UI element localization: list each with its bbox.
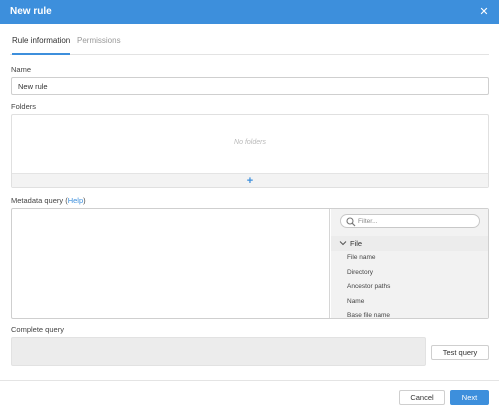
- complete-query-box: [11, 337, 426, 366]
- tab-rule-information[interactable]: Rule information: [12, 36, 71, 55]
- folders-empty-text: No folders: [234, 139, 266, 146]
- group-header-file[interactable]: File: [331, 236, 488, 251]
- field-item-ancestor-paths[interactable]: Ancestor paths: [331, 280, 488, 295]
- close-icon[interactable]: ✕: [477, 5, 491, 19]
- test-query-button[interactable]: Test query: [431, 345, 489, 360]
- next-button[interactable]: Next: [450, 390, 489, 405]
- metadata-query-label: Metadata query (Help): [11, 196, 86, 205]
- metadata-query-editor[interactable]: [12, 209, 330, 318]
- metadata-query-label-text: Metadata query: [11, 196, 64, 205]
- cancel-button[interactable]: Cancel: [399, 390, 445, 405]
- field-item-name[interactable]: Name: [331, 295, 488, 310]
- chevron-down-icon: [339, 241, 347, 246]
- folders-label: Folders: [11, 102, 37, 111]
- tab-bar: Rule information Permissions: [10, 36, 489, 55]
- dialog-title: New rule: [10, 6, 52, 17]
- name-input[interactable]: [11, 77, 489, 95]
- plus-icon: +: [246, 175, 254, 187]
- group-title: File: [350, 239, 363, 248]
- field-item-file-name[interactable]: File name: [331, 251, 488, 266]
- help-paren-close: ): [83, 196, 86, 205]
- field-item-base-file-name[interactable]: Base file name: [331, 309, 488, 318]
- field-item-directory[interactable]: Directory: [331, 266, 488, 281]
- filter-field[interactable]: [340, 214, 480, 228]
- complete-query-label: Complete query: [11, 325, 64, 334]
- metadata-query-panel: File File name Directory Ancestor paths …: [11, 208, 489, 319]
- help-link[interactable]: Help: [68, 196, 83, 205]
- dialog-titlebar: New rule ✕: [0, 0, 499, 24]
- name-label: Name: [11, 65, 32, 74]
- folders-panel: No folders +: [11, 114, 489, 188]
- tab-permissions[interactable]: Permissions: [77, 36, 121, 55]
- add-folder-button[interactable]: +: [12, 173, 488, 187]
- field-list: File name Directory Ancestor paths Name …: [331, 251, 488, 318]
- search-icon: [346, 217, 356, 227]
- field-browser: File File name Directory Ancestor paths …: [331, 209, 488, 318]
- filter-input[interactable]: [358, 216, 473, 227]
